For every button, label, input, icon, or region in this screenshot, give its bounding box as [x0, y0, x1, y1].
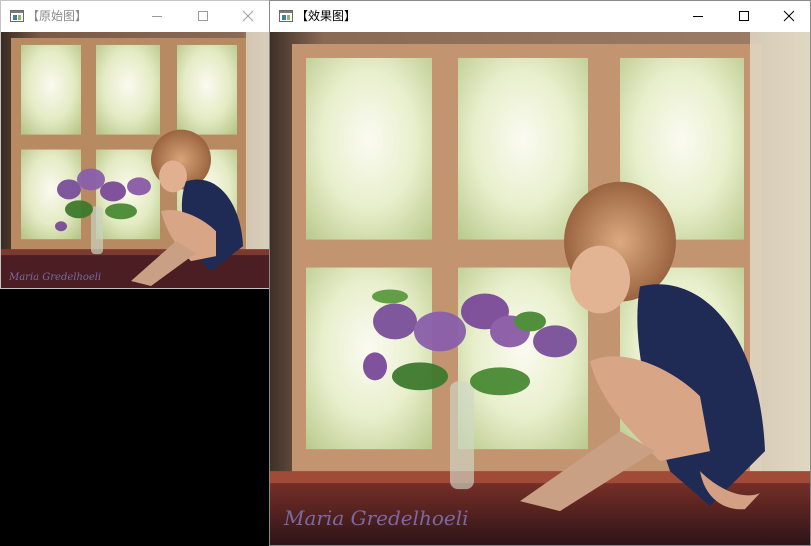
original-image-window[interactable]: 【原始图】 Maria Gredelhoeli: [0, 0, 270, 289]
title-bar[interactable]: 【原始图】: [1, 1, 269, 31]
maximize-button[interactable]: [180, 1, 226, 31]
minimize-icon: [152, 16, 162, 17]
maximize-icon: [739, 11, 749, 21]
original-photo: Maria Gredelhoeli: [1, 32, 269, 288]
maximize-button[interactable]: [721, 1, 767, 31]
watermark-signature: Maria Gredelhoeli: [283, 506, 468, 530]
effect-photo: Maria Gredelhoeli: [270, 32, 810, 545]
minimize-button[interactable]: [675, 1, 721, 31]
maximize-icon: [198, 11, 208, 21]
minimize-button[interactable]: [134, 1, 180, 31]
window-title: 【原始图】: [27, 9, 88, 23]
app-icon: [10, 10, 24, 22]
close-icon: [783, 10, 795, 22]
app-icon: [279, 10, 293, 22]
image-viewport: Maria Gredelhoeli: [1, 32, 269, 288]
watermark-signature: Maria Gredelhoeli: [8, 272, 101, 283]
effect-image-window[interactable]: 【效果图】 Maria Gredelhoeli: [269, 0, 811, 546]
window-title: 【效果图】: [296, 9, 357, 23]
close-button[interactable]: [766, 1, 810, 31]
image-viewport: Maria Gredelhoeli: [270, 32, 810, 545]
minimize-icon: [693, 16, 703, 17]
close-icon: [242, 10, 254, 22]
title-bar[interactable]: 【效果图】: [270, 1, 810, 31]
close-button[interactable]: [225, 1, 269, 31]
